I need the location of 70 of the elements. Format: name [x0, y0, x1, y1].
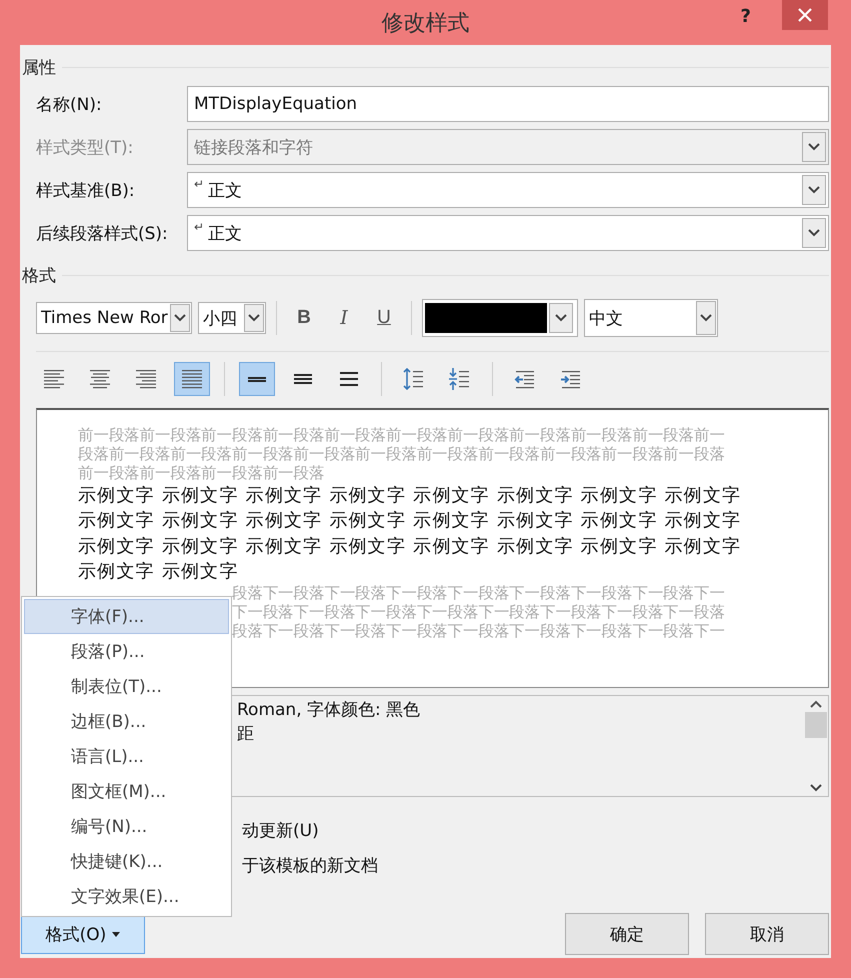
section-heading: 格式 — [22, 264, 56, 286]
font-color-dropdown[interactable] — [422, 299, 578, 337]
chevron-down-icon — [808, 229, 820, 237]
chevron-down-icon — [808, 143, 820, 151]
chevron-down-icon — [808, 186, 820, 194]
description-text: Roman, 字体颜色: 黑色 — [237, 699, 422, 722]
sample-text: 示例文字 示例文字 示例文字 示例文字 示例文字 示例文字 示例文字 示例文字 — [78, 509, 742, 534]
option-label: 动更新(U) — [242, 820, 320, 842]
menu-item[interactable]: 文字效果(E)... — [24, 879, 229, 914]
format-button[interactable]: 格式(O) — [21, 914, 145, 954]
menu-item[interactable]: 图文框(M)... — [24, 774, 229, 809]
script-dropdown[interactable]: 中文 — [584, 299, 718, 337]
ok-button[interactable]: 确定 — [565, 913, 689, 955]
chevron-down-icon — [174, 314, 186, 322]
preview-previous-text: 段落前一段落前一段落前一段落前一段落前一段落前一段落前一段落前一段落前一段落前一段落 — [78, 445, 726, 464]
paragraph-spacing-increase-icon — [403, 368, 425, 390]
indent-increase-icon — [560, 368, 582, 390]
preview-next-text: 段落下一段落下一段落下一段落下一段落下一段落下一段落下一段落下一 — [232, 622, 726, 642]
style-dropdown[interactable]: ↵ 正文 — [187, 215, 829, 251]
preview-previous-text: 前一段落前一段落前一段落前一段落前一段落前一段落前一段落前一段落前一段落前一段落前一 — [78, 426, 726, 445]
cancel-button[interactable]: 取消 — [705, 913, 829, 955]
menu-item[interactable]: 快捷键(K)... — [24, 844, 229, 879]
sample-text: 示例文字 示例文字 示例文字 示例文字 示例文字 示例文字 示例文字 示例文字 — [78, 484, 742, 508]
name-field[interactable]: MTDisplayEquation — [187, 86, 829, 122]
chevron-down-icon — [555, 314, 567, 322]
align-right-icon — [136, 369, 156, 389]
style-dropdown[interactable]: ↵ 正文 — [187, 172, 829, 208]
menu-item[interactable]: 制表位(T)... — [24, 669, 229, 704]
font-dropdown[interactable]: Times New Ror — [36, 302, 192, 334]
menu-item[interactable]: 字体(F)... — [24, 599, 229, 634]
preview-previous-text: 前一段落前一段落前一段落前一段落 — [78, 464, 326, 483]
caret-icon — [112, 932, 120, 936]
sample-text: 示例文字 示例文字 — [78, 560, 240, 584]
sample-text: 示例文字 示例文字 示例文字 示例文字 示例文字 示例文字 示例文字 示例文字 — [78, 534, 742, 559]
close-icon — [798, 8, 812, 22]
size-dropdown[interactable]: 小四 — [198, 302, 266, 334]
scroll-up-icon — [810, 700, 822, 708]
field-label: 名称(N): — [36, 94, 103, 116]
chevron-down-icon — [810, 784, 822, 792]
italic-button[interactable]: I — [327, 302, 361, 334]
chevron-down-icon — [248, 314, 260, 322]
underline-button[interactable]: U — [367, 302, 401, 334]
preview-next-text: 段落下一段落下一段落下一段落下一段落下一段落下一段落下一段落下一 — [232, 584, 726, 604]
line-spacing-button[interactable] — [239, 362, 275, 396]
window-title: 修改样式 — [382, 10, 470, 38]
description-text: 距 — [237, 723, 255, 746]
paragraph-spacing-decrease-icon — [449, 368, 471, 390]
line-spacing-one-half-icon — [293, 374, 313, 384]
menu-item[interactable]: 编号(N)... — [24, 809, 229, 844]
align-left-icon — [44, 369, 64, 389]
scrollbar-thumb[interactable] — [805, 712, 827, 738]
align-button[interactable] — [174, 362, 210, 396]
align-justify-icon — [182, 369, 202, 389]
close-button[interactable] — [782, 0, 828, 30]
line-spacing-double-icon — [339, 372, 359, 386]
preview-next-text: 下一段落下一段落下一段落下一段落下一段落下一段落下一段落下一段落 — [232, 603, 726, 622]
chevron-down-icon — [700, 314, 712, 322]
section-heading: 属性 — [22, 56, 56, 78]
option-label: 于该模板的新文档 — [242, 855, 379, 877]
menu-item[interactable]: 段落(P)... — [24, 634, 229, 669]
line-spacing-single-icon — [247, 376, 267, 382]
bold-button[interactable]: B — [287, 302, 321, 334]
menu-item[interactable]: 边框(B)... — [24, 704, 229, 739]
field-label: 样式类型(T): — [36, 136, 134, 158]
align-center-icon — [90, 369, 110, 389]
menu-item[interactable]: 语言(L)... — [24, 739, 229, 774]
indent-decrease-icon — [514, 368, 536, 390]
help-button[interactable]: ? — [740, 6, 751, 27]
field-label: 后续段落样式(S): — [36, 222, 169, 244]
field-label: 样式基准(B): — [36, 180, 136, 202]
